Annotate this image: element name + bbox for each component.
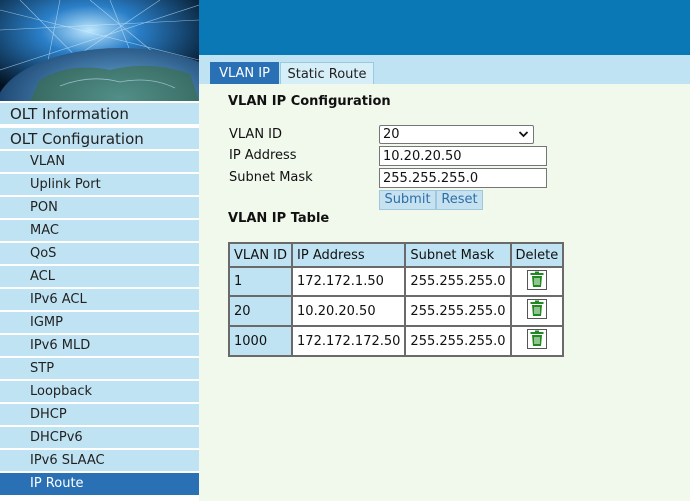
sidebar-item-acl[interactable]: ACL — [0, 266, 199, 288]
vlan-id-select-value: 20 — [383, 127, 400, 142]
tab-vlan-ip[interactable]: VLAN IP — [210, 62, 279, 85]
cell-ip-address: 10.20.20.50 — [291, 295, 407, 327]
col-header-delete: Delete — [509, 242, 565, 268]
cell-ip-address: 172.172.172.50 — [291, 325, 407, 357]
vlan-ip-table: VLAN ID IP Address Subnet Mask Delete 1 … — [227, 242, 565, 357]
nav-section-olt-information[interactable]: OLT Information — [0, 103, 199, 125]
table-row: 1000 172.172.172.50 255.255.255.0 — [227, 325, 565, 357]
cell-subnet-mask: 255.255.255.0 — [404, 266, 512, 297]
table-row: 1 172.172.1.50 255.255.255.0 — [227, 266, 565, 297]
cell-delete — [509, 266, 565, 297]
col-header-vlan-id: VLAN ID — [227, 242, 294, 268]
top-banner — [199, 0, 690, 55]
nav-section-olt-configuration[interactable]: OLT Configuration — [0, 128, 199, 150]
cell-vlan-id: 1000 — [227, 325, 294, 357]
sidebar-item-ipv6-slaac[interactable]: IPv6 SLAAC — [0, 450, 199, 472]
cell-vlan-id: 20 — [227, 295, 294, 327]
col-header-ip-address: IP Address — [291, 242, 407, 268]
cell-delete — [509, 325, 565, 357]
config-section-title: VLAN IP Configuration — [228, 94, 391, 109]
trash-icon[interactable] — [526, 299, 547, 323]
vlan-id-label: VLAN ID — [229, 127, 283, 142]
sidebar-item-pon[interactable]: PON — [0, 197, 199, 219]
table-row: 20 10.20.20.50 255.255.255.0 — [227, 295, 565, 327]
subnet-mask-input[interactable] — [379, 168, 547, 188]
table-header-row: VLAN ID IP Address Subnet Mask Delete — [227, 242, 565, 268]
sidebar-item-igmp[interactable]: IGMP — [0, 312, 199, 334]
cell-subnet-mask: 255.255.255.0 — [404, 295, 512, 327]
vlan-id-select[interactable]: 20 — [379, 125, 534, 144]
cell-ip-address: 172.172.1.50 — [291, 266, 407, 297]
sidebar-item-dhcp[interactable]: DHCP — [0, 404, 199, 426]
cell-vlan-id: 1 — [227, 266, 294, 297]
subnet-mask-label: Subnet Mask — [229, 170, 313, 185]
sidebar: OLT Information OLT Configuration VLAN U… — [0, 0, 199, 501]
ip-address-label: IP Address — [229, 148, 297, 163]
cell-delete — [509, 295, 565, 327]
globe-banner-image — [0, 0, 199, 101]
reset-button[interactable]: Reset — [436, 190, 483, 210]
submit-button[interactable]: Submit — [379, 190, 436, 210]
sidebar-item-ipv6-acl[interactable]: IPv6 ACL — [0, 289, 199, 311]
chevron-down-icon — [518, 126, 529, 148]
table-section-title: VLAN IP Table — [228, 211, 330, 226]
sidebar-item-loopback[interactable]: Loopback — [0, 381, 199, 403]
ip-address-input[interactable] — [379, 146, 547, 166]
sidebar-item-stp[interactable]: STP — [0, 358, 199, 380]
sidebar-item-qos[interactable]: QoS — [0, 243, 199, 265]
trash-icon[interactable] — [526, 329, 547, 353]
sidebar-item-uplink-port[interactable]: Uplink Port — [0, 174, 199, 196]
sidebar-item-dhcpv6[interactable]: DHCPv6 — [0, 427, 199, 449]
cell-subnet-mask: 255.255.255.0 — [404, 325, 512, 357]
tab-static-route[interactable]: Static Route — [280, 62, 374, 85]
col-header-subnet-mask: Subnet Mask — [404, 242, 512, 268]
trash-icon[interactable] — [526, 269, 547, 294]
sidebar-item-vlan[interactable]: VLAN — [0, 151, 199, 173]
sidebar-item-mac[interactable]: MAC — [0, 220, 199, 242]
globe-fiber-logo — [0, 0, 199, 101]
sidebar-item-ip-route[interactable]: IP Route — [0, 473, 199, 496]
sidebar-item-ipv6-mld[interactable]: IPv6 MLD — [0, 335, 199, 357]
